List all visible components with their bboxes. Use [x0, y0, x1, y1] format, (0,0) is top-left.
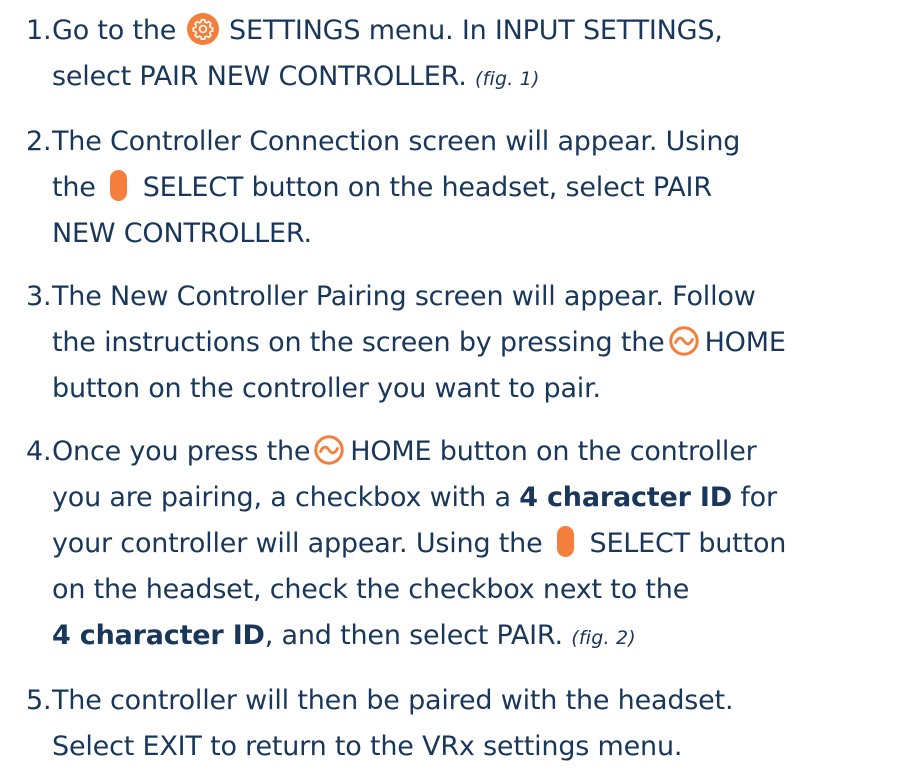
step-line: Once you press the HOME button on the co… [52, 429, 900, 475]
step-line: NEW CONTROLLER. [52, 218, 312, 249]
step-text: HOME [704, 327, 786, 358]
step-number: 5. [26, 685, 52, 716]
character-id-emphasis: 4 character ID [519, 482, 732, 513]
figure-reference: (fig. 2) [571, 627, 636, 649]
step-line: you are pairing, a checkbox with a 4 cha… [52, 475, 900, 521]
step-text: the instructions on the screen by pressi… [52, 327, 665, 358]
step-text: you are pairing, a checkbox with a [52, 482, 511, 513]
step-line: the SELECT button on the headset, select … [52, 165, 900, 211]
step-text: Go to the [52, 15, 177, 46]
step-text: for [740, 482, 777, 513]
home-button-icon [314, 434, 344, 465]
step-line: The New Controller Pairing screen will a… [52, 281, 756, 312]
step-line: button on the controller you want to pai… [52, 373, 601, 404]
step-text: your controller will appear. Using the [52, 528, 543, 559]
step-line: the instructions on the screen by pressi… [52, 320, 900, 366]
step-number: 4. [26, 436, 52, 467]
step-line: select PAIR NEW CONTROLLER. (fig. 1) [52, 54, 900, 102]
step-number: 3. [26, 281, 52, 312]
step-3: 3. The New Controller Pairing screen wil… [26, 274, 900, 412]
step-text: HOME button on the controller [350, 436, 757, 467]
select-button-icon [109, 170, 127, 201]
instruction-steps: 1. Go to the SETTINGS menu. In INPUT SET… [26, 8, 900, 770]
figure-reference: (fig. 1) [475, 68, 540, 90]
step-text: , and then select PAIR. [264, 620, 563, 651]
step-5: 5. The controller will then be paired wi… [26, 678, 900, 770]
step-line: on the headset, check the checkbox next … [52, 574, 690, 605]
step-line: 4 character ID, and then select PAIR. (f… [52, 613, 900, 661]
step-line: Select EXIT to return to the VRx setting… [52, 731, 683, 762]
step-line: your controller will appear. Using the SE… [52, 521, 900, 567]
step-text: SELECT button [589, 528, 787, 559]
select-button-icon [556, 526, 574, 557]
step-text: the [52, 172, 96, 203]
step-4: 4. Once you press the HOME button on the… [26, 429, 900, 661]
step-text: select PAIR NEW CONTROLLER. [52, 61, 467, 92]
step-text: Once you press the [52, 436, 311, 467]
character-id-emphasis: 4 character ID [52, 620, 265, 651]
step-2: 2. The Controller Connection screen will… [26, 119, 900, 257]
step-number: 2. [26, 126, 52, 157]
step-line: Go to the SETTINGS menu. In INPUT SETTIN… [52, 8, 900, 54]
step-line: The Controller Connection screen will ap… [52, 126, 741, 157]
step-text: SELECT button on the headset, select PAI… [142, 172, 712, 203]
step-text: SETTINGS menu. In INPUT SETTINGS, [229, 15, 723, 46]
home-button-icon [668, 325, 699, 356]
gear-icon [186, 12, 219, 45]
step-1: 1. Go to the SETTINGS menu. In INPUT SET… [26, 8, 900, 102]
step-line: The controller will then be paired with … [52, 685, 734, 716]
step-number: 1. [26, 15, 52, 46]
